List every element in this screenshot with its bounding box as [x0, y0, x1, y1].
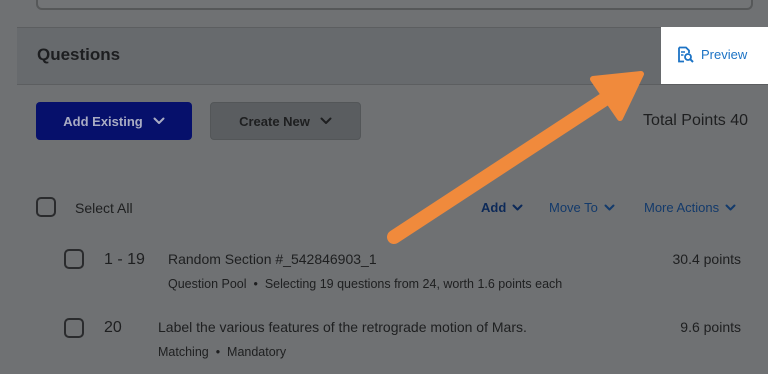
meta-separator: •	[212, 345, 224, 359]
preview-label: Preview	[701, 47, 748, 62]
total-points: Total Points 40	[643, 112, 748, 129]
question-detail: Selecting 19 questions from 24, worth 1.…	[264, 277, 563, 291]
row-checkbox[interactable]	[64, 318, 84, 338]
questions-title: Questions	[37, 45, 121, 64]
question-meta: Matching • Mandatory	[158, 345, 286, 359]
add-action-label: Add	[481, 200, 507, 215]
question-number: 20	[104, 319, 122, 336]
question-type: Question Pool	[168, 277, 247, 291]
question-detail: Mandatory	[227, 345, 287, 359]
question-number: 1 - 19	[104, 251, 145, 268]
previous-section-card	[36, 0, 753, 10]
question-meta: Question Pool • Selecting 19 questions f…	[168, 277, 562, 291]
chevron-down-icon	[153, 117, 165, 124]
add-existing-label: Add Existing	[63, 113, 143, 129]
add-action-menu[interactable]: Add	[481, 200, 523, 215]
chevron-down-icon	[512, 204, 523, 211]
more-actions-menu[interactable]: More Actions	[644, 200, 736, 215]
meta-separator: •	[250, 277, 262, 291]
row-checkbox[interactable]	[64, 249, 84, 269]
question-points: 30.4 points	[672, 251, 742, 267]
questions-header: Questions	[17, 27, 768, 85]
question-points: 9.6 points	[680, 319, 741, 335]
chevron-down-icon	[320, 117, 332, 124]
question-title-link[interactable]: Random Section #_542846903_1	[168, 251, 377, 267]
question-title-link[interactable]: Label the various features of the retrog…	[158, 319, 527, 335]
create-new-label: Create New	[239, 113, 310, 129]
create-new-button[interactable]: Create New	[210, 102, 361, 140]
preview-icon	[678, 46, 694, 63]
chevron-down-icon	[604, 204, 615, 211]
more-actions-label: More Actions	[644, 200, 720, 215]
question-type: Matching	[158, 345, 209, 359]
move-to-menu[interactable]: Move To	[549, 200, 615, 215]
preview-button[interactable]: Preview	[661, 27, 768, 84]
add-existing-button[interactable]: Add Existing	[36, 102, 192, 140]
move-to-label: Move To	[549, 200, 598, 215]
select-all-checkbox[interactable]	[36, 197, 56, 217]
chevron-down-icon	[725, 204, 736, 211]
select-all-label: Select All	[75, 200, 133, 216]
